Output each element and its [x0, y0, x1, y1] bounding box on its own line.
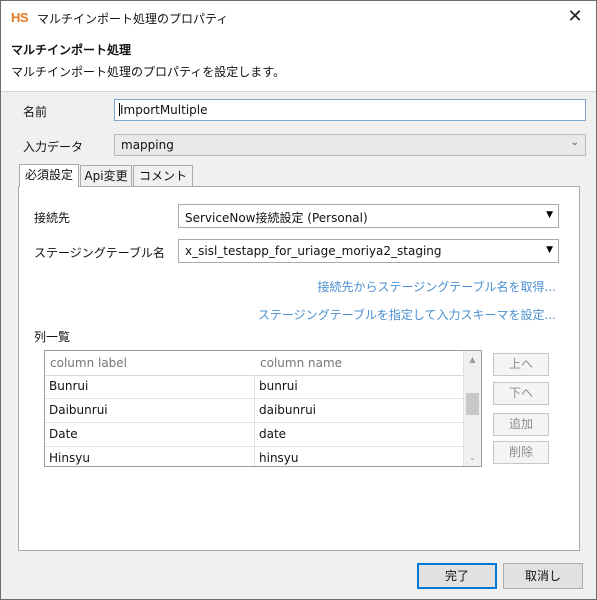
set-input-schema-link[interactable]: ステージングテーブルを指定して入力スキーマを設定...: [258, 306, 556, 323]
name-input[interactable]: ImportMultiple: [114, 99, 586, 121]
window-title: マルチインポート処理のプロパティ: [37, 12, 229, 26]
dialog-header: マルチインポート処理 マルチインポート処理のプロパティを設定します。: [1, 33, 596, 92]
connection-label: 接続先: [34, 211, 71, 225]
table-cell[interactable]: Daibunrui: [45, 399, 255, 423]
tab-api-change[interactable]: Api変更: [80, 165, 132, 186]
move-up-button[interactable]: 上へ: [493, 353, 549, 376]
staging-table-value: x_sisl_testapp_for_uriage_moriya2_stagin…: [185, 244, 442, 258]
table-cell[interactable]: Hinsyu: [45, 447, 255, 466]
table-cell[interactable]: bunrui: [255, 375, 465, 399]
header-column-label: column label: [50, 356, 128, 370]
cancel-button[interactable]: 取消し: [503, 563, 583, 589]
scroll-down-icon[interactable]: ⌄: [464, 449, 481, 466]
app-logo: HS: [11, 10, 29, 25]
table-cell[interactable]: hinsyu: [255, 447, 465, 466]
connection-select[interactable]: ServiceNow接続設定 (Personal) ▼: [178, 204, 559, 228]
finish-button[interactable]: 完了: [417, 563, 497, 589]
input-data-select[interactable]: mapping ⌄: [114, 134, 586, 156]
dropdown-arrow-icon: ▼: [546, 210, 553, 220]
input-data-value: mapping: [121, 138, 174, 152]
tab-comment[interactable]: コメント: [133, 165, 193, 186]
table-cell[interactable]: Date: [45, 423, 255, 447]
vertical-scrollbar[interactable]: ▲ ⌄: [463, 351, 481, 466]
properties-dialog: HS マルチインポート処理のプロパティ ✕ マルチインポート処理 マルチインポー…: [0, 0, 597, 600]
header-column-name: column name: [260, 356, 343, 370]
fetch-staging-table-link[interactable]: 接続先からステージングテーブル名を取得...: [318, 278, 557, 295]
header-title: マルチインポート処理: [11, 43, 132, 57]
staging-table-label: ステージングテーブル名: [34, 246, 166, 260]
tab-required-settings[interactable]: 必須設定: [19, 164, 79, 187]
dropdown-arrow-icon: ▼: [546, 245, 553, 255]
table-cell[interactable]: Bunrui: [45, 375, 255, 399]
column-list-table[interactable]: column label column name Bunrui bunrui D…: [44, 350, 482, 467]
close-icon[interactable]: ✕: [562, 5, 588, 29]
scroll-up-icon[interactable]: ▲: [464, 351, 481, 368]
table-cell[interactable]: daibunrui: [255, 399, 465, 423]
name-input-value: ImportMultiple: [120, 103, 208, 117]
input-data-label: 入力データ: [23, 140, 84, 154]
table-header: column label column name: [45, 351, 465, 376]
title-bar: HS マルチインポート処理のプロパティ ✕: [1, 1, 596, 33]
column-list-label: 列一覧: [34, 330, 71, 344]
staging-table-select[interactable]: x_sisl_testapp_for_uriage_moriya2_stagin…: [178, 239, 559, 263]
move-down-button[interactable]: 下へ: [493, 382, 549, 405]
table-cell[interactable]: date: [255, 423, 465, 447]
delete-button[interactable]: 削除: [493, 441, 549, 464]
chevron-down-icon: ⌄: [570, 137, 579, 148]
add-button[interactable]: 追加: [493, 413, 549, 436]
header-description: マルチインポート処理のプロパティを設定します。: [11, 65, 286, 79]
scroll-thumb[interactable]: [466, 393, 479, 415]
connection-value: ServiceNow接続設定 (Personal): [185, 211, 368, 225]
name-label: 名前: [23, 105, 48, 119]
